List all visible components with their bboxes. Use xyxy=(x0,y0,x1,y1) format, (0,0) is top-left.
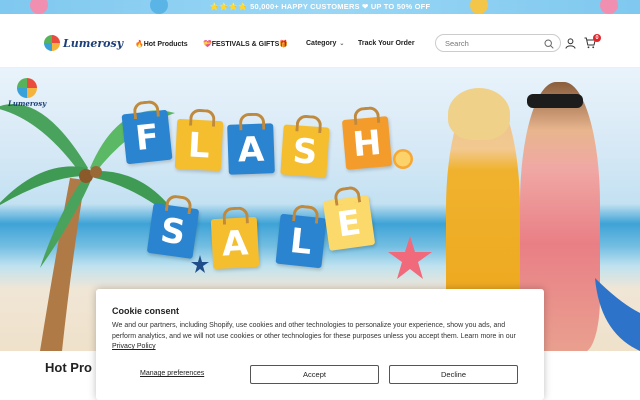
flash-letter-bag: L xyxy=(174,118,224,172)
search-icon[interactable] xyxy=(544,39,554,49)
star-illustration xyxy=(191,255,209,273)
nav-track-order[interactable]: Track Your Order xyxy=(358,40,415,47)
announcement-text: ⭐⭐⭐⭐ 50,000+ HAPPY CUSTOMERS ❤ UP TO 50%… xyxy=(209,2,431,11)
nav-category-label: Category xyxy=(306,40,337,47)
section-title: Hot Pro xyxy=(45,360,92,375)
cart-count-badge: 0 xyxy=(593,34,601,42)
starfish-illustration xyxy=(388,236,432,279)
nav-category[interactable]: Category ⌄ xyxy=(306,40,344,47)
sale-letter-bag: L xyxy=(275,213,327,269)
search-box[interactable] xyxy=(435,34,561,52)
logo-icon xyxy=(17,78,38,98)
flash-letter-bag: S xyxy=(280,124,330,178)
announcement-bar: ⭐⭐⭐⭐ 50,000+ HAPPY CUSTOMERS ❤ UP TO 50%… xyxy=(0,0,640,14)
nav-festivals-gifts[interactable]: 💝FESTIVALS & GIFTS🎁 xyxy=(203,40,288,48)
flash-letter-bag: F xyxy=(121,109,173,165)
chevron-down-icon: ⌄ xyxy=(339,41,345,47)
decline-button[interactable]: Decline xyxy=(389,365,518,384)
cookie-title: Cookie consent xyxy=(112,306,180,316)
palm-leaf-illustration xyxy=(595,278,640,351)
sale-letter-bag: A xyxy=(210,216,260,270)
accept-button[interactable]: Accept xyxy=(250,365,379,384)
user-icon[interactable] xyxy=(565,38,576,49)
brand-logo[interactable]: Lumerosy xyxy=(44,35,123,51)
privacy-policy-link[interactable]: Privacy Policy xyxy=(112,343,156,350)
site-header: Lumerosy 🔥Hot Products 💝FESTIVALS & GIFT… xyxy=(0,14,640,68)
logo-icon xyxy=(44,35,60,51)
model-hair xyxy=(448,88,510,140)
orange-slice-illustration xyxy=(393,149,413,169)
hero-logo: Lumerosy xyxy=(8,78,46,108)
sunglasses-graphic xyxy=(527,94,583,108)
hero-brand-name: Lumerosy xyxy=(8,99,47,108)
manage-preferences-link[interactable]: Manage preferences xyxy=(140,370,204,377)
brand-name: Lumerosy xyxy=(63,36,124,50)
flash-letter-bag: A xyxy=(227,123,275,175)
cookie-body-text: We and our partners, including Shopify, … xyxy=(112,322,516,340)
sale-letter-bag: S xyxy=(146,203,200,259)
sale-letter-bag: E xyxy=(322,195,376,251)
cookie-body: We and our partners, including Shopify, … xyxy=(112,321,530,353)
search-input[interactable] xyxy=(445,38,541,49)
cookie-consent-dialog: Cookie consent We and our partners, incl… xyxy=(96,289,544,400)
flash-letter-bag: H xyxy=(341,116,393,170)
nav-hot-products[interactable]: 🔥Hot Products xyxy=(135,40,188,48)
